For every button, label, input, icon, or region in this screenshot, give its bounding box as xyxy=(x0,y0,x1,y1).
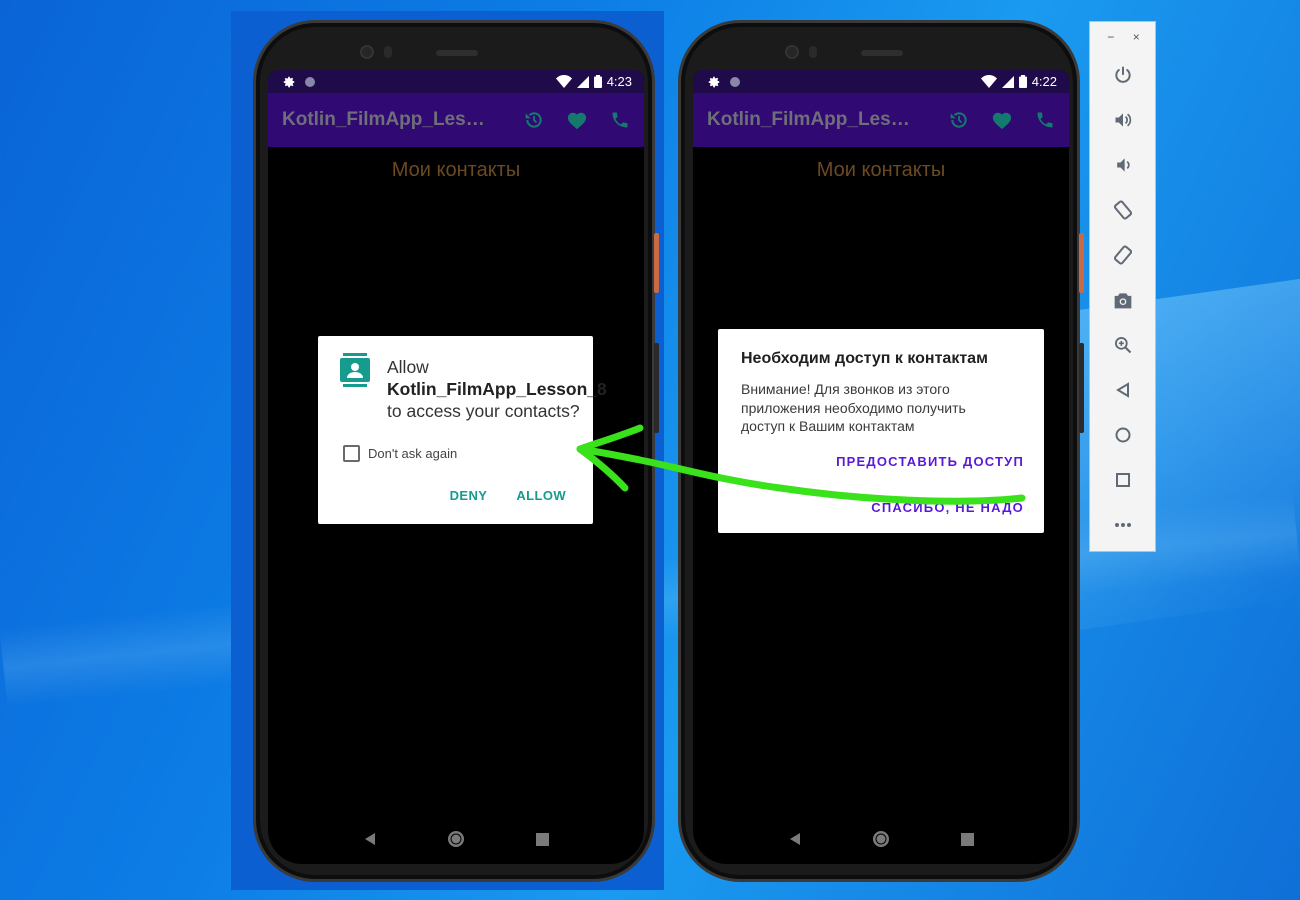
settings-gear-icon xyxy=(708,76,720,87)
contacts-heading: Мои контакты xyxy=(391,159,521,181)
back-icon xyxy=(1115,381,1129,398)
rotate-left-button[interactable] xyxy=(1090,187,1155,232)
permission-dialog: Allow Kotlin_FilmApp_Lesson_8 to access … xyxy=(318,336,607,524)
system-nav-bar xyxy=(268,814,644,864)
status-time: 4:22 xyxy=(1031,74,1057,89)
battery-icon xyxy=(1018,75,1027,88)
nav-overview-icon[interactable] xyxy=(535,832,549,846)
right-phone-screen: 4:22 Kotlin_FilmApp_Lesson_8 Мои контакт… xyxy=(693,70,1069,864)
back-button[interactable] xyxy=(1090,367,1155,412)
permission-app-name: Kotlin_FilmApp_Lesson_8 xyxy=(387,379,607,399)
toolbar-title: Kotlin_FilmApp_Lesson_8 xyxy=(282,109,494,130)
right-phone-frame: 4:22 Kotlin_FilmApp_Lesson_8 Мои контакт… xyxy=(678,20,1084,882)
permission-message: Allow Kotlin_FilmApp_Lesson_8 to access … xyxy=(387,356,607,422)
contacts-heading: Мои контакты xyxy=(816,159,946,181)
system-nav-bar xyxy=(693,814,1069,864)
rotate-right-icon xyxy=(1113,244,1132,265)
home-button[interactable] xyxy=(1090,412,1155,457)
volume-down-icon xyxy=(1116,157,1130,172)
dont-ask-again-checkbox[interactable]: Don't ask again xyxy=(343,445,457,462)
more-button[interactable] xyxy=(1090,502,1155,547)
power-icon xyxy=(1114,66,1131,83)
volume-up-button[interactable] xyxy=(1090,97,1155,142)
permission-message-prefix: Allow xyxy=(387,357,429,377)
volume-side-button xyxy=(1079,343,1084,433)
history-icon[interactable] xyxy=(949,110,969,130)
nav-overview-icon[interactable] xyxy=(960,832,974,846)
volume-down-button[interactable] xyxy=(1090,142,1155,187)
rationale-dialog: Необходим доступ к контактам Внимание! Д… xyxy=(718,329,1044,533)
volume-up-icon xyxy=(1115,112,1131,127)
screenshot-button[interactable] xyxy=(1090,277,1155,322)
left-phone-frame: 4:23 Kotlin_FilmApp_Lesson_8 Мои контакт… xyxy=(253,20,659,882)
battery-icon xyxy=(593,75,602,88)
heart-icon[interactable] xyxy=(566,110,588,130)
nav-home-icon[interactable] xyxy=(872,830,890,848)
wifi-icon xyxy=(555,75,572,88)
checkbox-label: Don't ask again xyxy=(368,446,458,461)
emulator-toolbar: − × xyxy=(1089,21,1156,552)
more-icon xyxy=(1114,522,1131,527)
volume-side-button xyxy=(654,343,659,433)
nav-back-icon[interactable] xyxy=(788,832,802,846)
toolbar-title: Kotlin_FilmApp_Lesson_8 xyxy=(707,109,919,130)
earpiece-speaker xyxy=(861,50,903,56)
power-button[interactable] xyxy=(1090,52,1155,97)
decline-button[interactable]: СПАСИБО, НЕ НАДО xyxy=(871,500,1024,515)
overview-icon xyxy=(1115,472,1130,487)
app-toolbar: Kotlin_FilmApp_Lesson_8 xyxy=(693,93,1069,147)
notification-dot-icon xyxy=(730,76,740,87)
minimize-button[interactable]: − xyxy=(1107,30,1114,52)
settings-gear-icon xyxy=(283,76,295,87)
earpiece-speaker xyxy=(436,50,478,56)
overview-button[interactable] xyxy=(1090,457,1155,502)
signal-icon xyxy=(576,75,589,88)
home-icon xyxy=(1115,427,1130,442)
zoom-icon xyxy=(1114,336,1131,353)
contacts-icon xyxy=(340,353,370,387)
dialog-title: Необходим доступ к контактам xyxy=(741,350,988,367)
rotate-right-button[interactable] xyxy=(1090,232,1155,277)
checkbox-box[interactable] xyxy=(343,445,360,462)
history-icon[interactable] xyxy=(524,110,544,130)
dialog-message: Внимание! Для звонков из этого приложени… xyxy=(741,381,966,434)
allow-button[interactable]: ALLOW xyxy=(516,488,566,503)
front-camera xyxy=(360,45,374,59)
front-camera xyxy=(785,45,799,59)
camera-icon xyxy=(1114,292,1131,308)
nav-back-icon[interactable] xyxy=(363,832,377,846)
deny-button[interactable]: DENY xyxy=(450,488,488,503)
left-phone-screen: 4:23 Kotlin_FilmApp_Lesson_8 Мои контакт… xyxy=(268,70,644,864)
phone-icon[interactable] xyxy=(610,110,630,130)
power-side-button xyxy=(1079,233,1084,293)
heart-icon[interactable] xyxy=(991,110,1013,130)
status-bar: 4:23 xyxy=(268,70,644,93)
permission-message-suffix: to access your contacts? xyxy=(387,401,580,421)
wifi-icon xyxy=(980,75,997,88)
status-bar: 4:22 xyxy=(693,70,1069,93)
app-toolbar: Kotlin_FilmApp_Lesson_8 xyxy=(268,93,644,147)
phone-icon[interactable] xyxy=(1035,110,1055,130)
signal-icon xyxy=(1001,75,1014,88)
power-side-button xyxy=(654,233,659,293)
status-time: 4:23 xyxy=(606,74,632,89)
rotate-left-icon xyxy=(1113,199,1132,220)
proximity-sensor xyxy=(384,46,392,58)
zoom-button[interactable] xyxy=(1090,322,1155,367)
close-button[interactable]: × xyxy=(1133,30,1140,52)
grant-access-button[interactable]: ПРЕДОСТАВИТЬ ДОСТУП xyxy=(836,454,1024,469)
proximity-sensor xyxy=(809,46,817,58)
nav-home-icon[interactable] xyxy=(447,830,465,848)
notification-dot-icon xyxy=(305,76,315,87)
